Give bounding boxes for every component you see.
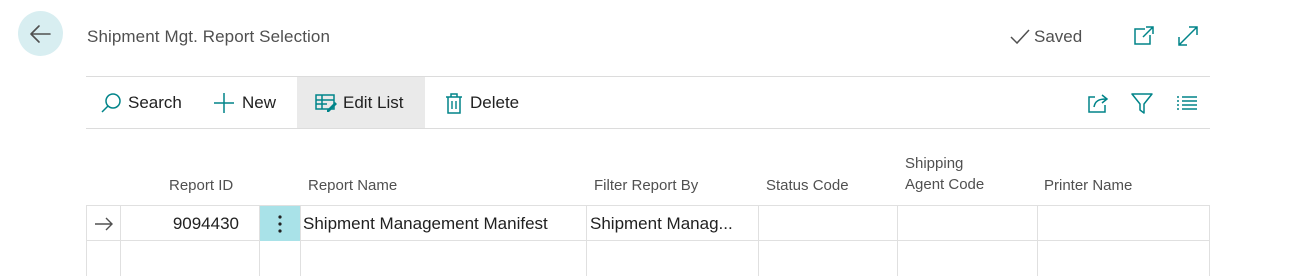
column-header-filter-report-by[interactable]: Filter Report By: [594, 175, 698, 196]
column-header-shipping-agent-code-line2: Agent Code: [905, 176, 985, 193]
list-view-button[interactable]: [1174, 90, 1200, 116]
cell-shipping-agent-code[interactable]: [898, 206, 1037, 241]
checkmark-icon: [1010, 29, 1030, 45]
saved-status: Saved: [1010, 27, 1082, 47]
cell-printer-name[interactable]: [1038, 206, 1209, 241]
delete-button[interactable]: Delete: [444, 77, 519, 128]
share-button[interactable]: [1085, 90, 1111, 116]
expand-button[interactable]: [1176, 24, 1200, 48]
column-header-status-code[interactable]: Status Code: [766, 175, 849, 196]
search-button[interactable]: Search: [100, 77, 182, 128]
list-view-icon: [1177, 96, 1197, 110]
arrow-left-icon: [29, 24, 51, 43]
expand-icon: [1178, 26, 1198, 46]
trash-icon: [446, 92, 462, 114]
delete-label: Delete: [470, 92, 520, 112]
share-icon: [1088, 94, 1109, 113]
plus-icon: [214, 92, 234, 113]
action-bar: Search New Edit List Delete: [86, 77, 1210, 128]
row-selector[interactable]: [87, 206, 120, 241]
column-header-shipping-agent-code-line1: Shipping: [905, 155, 964, 172]
column-header-report-name[interactable]: Report Name: [308, 175, 397, 196]
column-header-printer-name[interactable]: Printer Name: [1044, 175, 1132, 196]
row-menu-button[interactable]: [260, 206, 300, 241]
table-row-empty[interactable]: [86, 241, 1210, 276]
cell-report-id[interactable]: 9094430: [121, 206, 239, 241]
back-button[interactable]: [18, 11, 63, 56]
report-selection-grid: 9094430 Shipment Management Manifest Shi…: [86, 205, 1210, 276]
search-label: Search: [128, 92, 182, 112]
open-in-new-window-button[interactable]: [1132, 24, 1156, 48]
column-header-report-id[interactable]: Report ID: [169, 175, 233, 196]
edit-list-label: Edit List: [343, 92, 404, 112]
arrow-right-icon: [94, 217, 113, 230]
cell-status-code[interactable]: [759, 206, 897, 241]
filter-button[interactable]: [1129, 90, 1155, 116]
vertical-dots-icon: [278, 214, 282, 233]
action-bar-divider: [86, 128, 1210, 129]
filter-icon: [1131, 93, 1153, 114]
page-title: Shipment Mgt. Report Selection: [87, 27, 331, 46]
new-label: New: [242, 92, 277, 112]
column-header-shipping-agent-code[interactable]: Shipping Agent Code: [905, 153, 984, 195]
new-button[interactable]: New: [212, 77, 276, 128]
open-in-new-window-icon: [1134, 26, 1154, 45]
saved-label: Saved: [1034, 27, 1083, 46]
cell-filter-report-by[interactable]: Shipment Manag...: [590, 206, 757, 241]
edit-list-icon: [315, 93, 337, 112]
cell-report-name[interactable]: Shipment Management Manifest: [303, 206, 585, 241]
edit-list-button[interactable]: Edit List: [297, 77, 425, 128]
search-icon: [101, 92, 121, 113]
